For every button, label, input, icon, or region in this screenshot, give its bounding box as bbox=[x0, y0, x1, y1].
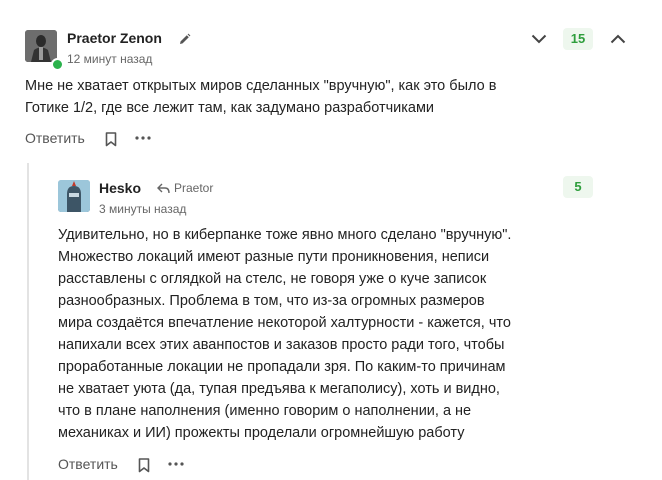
thread-line[interactable] bbox=[27, 163, 29, 480]
reply-button[interactable]: Ответить bbox=[25, 130, 85, 146]
reply-text-line: не хватает уюта (да, тупая предъява к ме… bbox=[58, 381, 500, 397]
reply-text-line: Множество локаций имеют разные пути прон… bbox=[58, 249, 490, 265]
reply-text-line: Удивительно, но в киберпанке тоже явно м… bbox=[58, 227, 512, 243]
pencil-icon[interactable] bbox=[176, 31, 192, 47]
more-options-icon[interactable] bbox=[165, 456, 187, 472]
downvote-chevron-down-icon[interactable] bbox=[527, 29, 551, 49]
reply-score: 5 bbox=[563, 176, 593, 198]
bookmark-icon[interactable] bbox=[102, 129, 120, 149]
comment-score: 15 bbox=[563, 28, 593, 50]
reply-timestamp: 3 минуты назад bbox=[99, 202, 187, 216]
reply-to[interactable]: Praetor bbox=[157, 181, 213, 195]
upvote-chevron-up-icon[interactable] bbox=[606, 29, 630, 49]
reply-text-line: что в плане наполнения (именно говорим о… bbox=[58, 403, 472, 419]
reply-text-line: напихали всех этих аванпостов и заказов … bbox=[58, 337, 505, 353]
reply-text: Удивительно, но в киберпанке тоже явно м… bbox=[58, 224, 648, 444]
reply-to-name: Praetor bbox=[174, 181, 214, 195]
more-options-icon[interactable] bbox=[132, 130, 154, 146]
comment-author[interactable]: Praetor Zenon bbox=[67, 30, 162, 46]
reply-button[interactable]: Ответить bbox=[58, 456, 118, 472]
reply-text-line: механиках и ИИ) прожекты проделали огром… bbox=[58, 425, 465, 441]
reply-text-line: расставлены с оглядкой на стелс, не гово… bbox=[58, 271, 487, 287]
comment-timestamp: 12 минут назад bbox=[67, 52, 153, 66]
reply-arrow-icon bbox=[157, 183, 170, 194]
bookmark-icon[interactable] bbox=[135, 455, 153, 475]
avatar[interactable] bbox=[58, 180, 90, 212]
reply-text-line: разнообразных. Проблема в том, что из-за… bbox=[58, 293, 485, 309]
online-status-indicator bbox=[51, 58, 64, 71]
comment-text: Мне не хватает открытых миров сделанных … bbox=[25, 75, 625, 119]
reply-text-line: мира создаётся впечатление некоторой хал… bbox=[58, 315, 511, 331]
comment-text-line: Мне не хватает открытых миров сделанных … bbox=[25, 78, 497, 94]
reply-author[interactable]: Hesko bbox=[99, 180, 141, 196]
reply-text-line: проработанные локации не пропадали зря. … bbox=[58, 359, 506, 375]
comment-text-line: Готике 1/2, где все лежит там, как задум… bbox=[25, 100, 435, 116]
avatar[interactable] bbox=[25, 30, 57, 62]
